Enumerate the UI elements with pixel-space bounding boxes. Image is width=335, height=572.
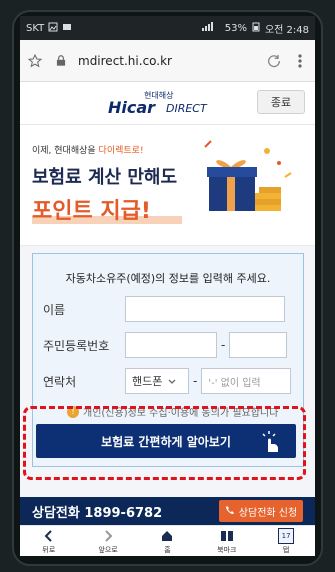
promo-headline-2: 포인트 지급! (32, 199, 151, 224)
hand-tap-icon (258, 428, 284, 454)
nav-back[interactable]: 뒤로 (41, 528, 57, 555)
status-left: SKT (26, 22, 72, 35)
phone-number-input[interactable]: '-' 없이 입력 (201, 368, 292, 394)
site-header: 현대해상 Hicar DIRECT 종료 (20, 82, 315, 125)
call-request-label: 상담전화 신청 (238, 507, 298, 519)
name-row: 이름 (43, 296, 293, 322)
quote-cta-button[interactable]: 보험료 간편하게 알아보기 (36, 424, 296, 458)
nav-back-label: 뒤로 (42, 546, 56, 554)
contact-dash: - (193, 374, 198, 388)
more-options-icon[interactable] (291, 52, 309, 70)
hicar-logo: 현대해상 Hicar DIRECT (108, 91, 228, 117)
reload-icon[interactable] (265, 52, 283, 70)
call-bar: 상담전화 1899-6782 상담전화 신청 (20, 497, 315, 525)
phone-icon (225, 505, 235, 518)
rrn-label: 주민등록번호 (43, 338, 110, 353)
rrn-row: 주민등록번호 - (43, 332, 293, 358)
browser-nav-bar: 뒤로 앞으로 홈 북마크 17 탭 (20, 525, 315, 556)
name-input[interactable] (125, 296, 285, 322)
browser-url-bar: mdirect.hi.co.kr (20, 40, 315, 82)
contact-label: 연락처 (43, 374, 77, 389)
nav-forward[interactable]: 앞으로 (98, 528, 118, 555)
signal-icon (201, 21, 221, 35)
carrier-label: SKT (26, 22, 45, 34)
status-right: 53% 오전 2:48 (201, 21, 309, 36)
nav-tabs-label: 탭 (282, 546, 290, 554)
form-heading: 자동차소유주(예정)의 정보를 입력해 주세요. (65, 272, 271, 285)
nav-forward-label: 앞으로 (98, 546, 118, 554)
logo-main: Hicar (108, 98, 156, 117)
nav-bookmarks[interactable]: 북마크 (217, 528, 236, 555)
gallery-icon (48, 22, 58, 35)
chevron-left-icon (41, 528, 57, 544)
chevron-right-icon (100, 528, 116, 544)
url-text[interactable]: mdirect.hi.co.kr (78, 54, 172, 68)
rrn-front-input[interactable] (125, 332, 217, 358)
time-label: 오전 2:48 (264, 24, 309, 36)
rrn-back-input[interactable] (229, 332, 288, 358)
gift-coins-illustration (197, 137, 297, 227)
nav-bookmarks-label: 북마크 (217, 546, 237, 554)
call-request-button[interactable]: 상담전화 신청 (219, 500, 303, 522)
promo-banner: 이제, 현대해상을 다이렉트로! 보험료 계산 만해도 포인트 지급! (20, 125, 315, 246)
promo-subtext-prefix: 이제, 현대해상을 (32, 146, 99, 156)
star-icon[interactable] (26, 52, 44, 70)
promo-subtext-highlight: 다이렉트로! (98, 146, 144, 156)
promo-subtext: 이제, 현대해상을 다이렉트로! (32, 143, 144, 156)
logo-sub: DIRECT (166, 102, 207, 115)
lock-icon (52, 52, 70, 70)
nav-home[interactable]: 홈 (159, 528, 175, 555)
phone-type-select[interactable]: 핸드폰 (125, 368, 189, 394)
battery-percent: 53% (224, 22, 247, 34)
phone-number-placeholder: '-' 없이 입력 (208, 377, 261, 389)
tabs-count: 17 (281, 532, 291, 540)
chevron-down-icon (168, 375, 176, 388)
contact-row: 연락처 핸드폰 - '-' 없이 입력 (43, 368, 293, 394)
tabs-icon: 17 (278, 528, 295, 544)
screen: SKT 53% 오전 2:48 mdirect.hi.co.kr 현대해상 Hi… (20, 16, 315, 556)
nav-tabs[interactable]: 17 탭 (278, 528, 295, 555)
quote-cta-label: 보험료 간편하게 알아보기 (101, 434, 231, 449)
notification-icon (62, 22, 72, 35)
nav-home-label: 홈 (164, 546, 171, 554)
close-button[interactable]: 종료 (257, 90, 305, 114)
status-bar: SKT 53% 오전 2:48 (20, 16, 315, 40)
battery-icon (251, 22, 261, 35)
home-icon (159, 528, 175, 544)
call-number[interactable]: 상담전화 1899-6782 (32, 502, 162, 521)
bookmark-icon (219, 528, 235, 544)
name-label: 이름 (43, 302, 66, 317)
phone-type-value: 핸드폰 (132, 375, 163, 388)
promo-headline-1: 보험료 계산 만해도 (32, 167, 178, 188)
rrn-dash: - (221, 338, 226, 352)
